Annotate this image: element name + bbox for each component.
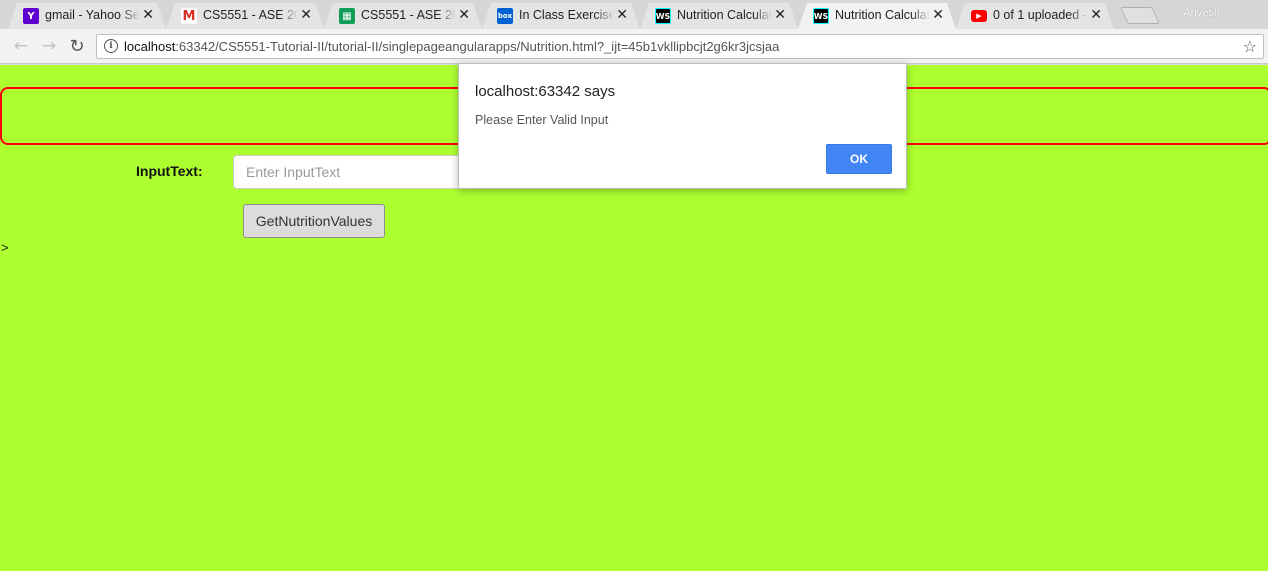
stray-text: > <box>1 240 9 255</box>
get-nutrition-values-button[interactable]: GetNutritionValues <box>243 204 385 238</box>
browser-tab[interactable]: WS Nutrition Calculator✕ <box>798 3 956 29</box>
browser-tab[interactable]: M CS5551 - ASE 2018✕ <box>166 3 324 29</box>
browser-toolbar: ← → ↻ i localhost:63342/CS5551-Tutorial-… <box>0 29 1268 64</box>
webstorm-icon: WS <box>813 8 829 24</box>
browser-tab[interactable]: WS Nutrition Calculator✕ <box>640 3 798 29</box>
new-tab-button[interactable] <box>1120 7 1160 24</box>
sheets-icon: ▦ <box>339 8 355 24</box>
bookmark-star-icon[interactable]: ☆ <box>1243 37 1257 56</box>
tab-title: CS5551 - ASE 2018 <box>361 8 456 22</box>
url-host: localhost <box>124 39 176 54</box>
close-icon[interactable]: ✕ <box>932 7 944 23</box>
close-icon[interactable]: ✕ <box>1090 7 1102 23</box>
tab-title: CS5551 - ASE 2018 <box>203 8 298 22</box>
url-path: :63342/CS5551-Tutorial-II/tutorial-II/si… <box>175 39 780 54</box>
url-text[interactable]: localhost:63342/CS5551-Tutorial-II/tutor… <box>124 39 779 54</box>
webstorm-icon: WS <box>655 8 671 24</box>
close-icon[interactable]: ✕ <box>458 7 470 23</box>
browser-tab[interactable]: ▶ 0 of 1 uploaded - YouTube✕ <box>956 3 1114 29</box>
info-icon[interactable]: i <box>104 39 118 53</box>
dialog-message: Please Enter Valid Input <box>475 113 609 127</box>
close-icon[interactable]: ✕ <box>300 7 312 23</box>
input-text-label: InputText: <box>136 163 203 179</box>
back-icon[interactable]: ← <box>11 36 31 56</box>
close-icon[interactable]: ✕ <box>774 7 786 23</box>
alert-dialog: localhost:63342 says Please Enter Valid … <box>458 63 907 189</box>
tab-strip: Ygmail - Yahoo Search✕MCS5551 - ASE 2018… <box>0 0 1268 29</box>
reload-icon[interactable]: ↻ <box>67 36 87 57</box>
dialog-title: localhost:63342 says <box>475 83 616 100</box>
close-icon[interactable]: ✕ <box>142 7 154 23</box>
tab-title: In Class Exercise-3 <box>519 8 614 22</box>
browser-tab[interactable]: Ygmail - Yahoo Search✕ <box>8 3 166 29</box>
box-icon: box <box>497 8 513 24</box>
gmail-icon: M <box>182 8 196 24</box>
ok-button[interactable]: OK <box>826 144 892 174</box>
youtube-icon: ▶ <box>971 10 987 22</box>
input-text-field[interactable] <box>233 155 473 189</box>
close-icon[interactable]: ✕ <box>616 7 628 23</box>
forward-icon[interactable]: → <box>39 36 59 56</box>
yahoo-icon: Y <box>23 8 39 24</box>
tab-title: 0 of 1 uploaded - YouTube <box>993 8 1087 22</box>
browser-tab[interactable]: ▦ CS5551 - ASE 2018✕ <box>324 3 482 29</box>
tab-title: Nutrition Calculator <box>835 8 930 22</box>
tab-title: Nutrition Calculator <box>677 8 772 22</box>
browser-tab[interactable]: box In Class Exercise-3✕ <box>482 3 640 29</box>
profile-name[interactable]: Anvesh <box>1183 7 1220 19</box>
tab-title: gmail - Yahoo Search <box>45 8 140 22</box>
address-bar[interactable]: i localhost:63342/CS5551-Tutorial-II/tut… <box>96 34 1264 59</box>
